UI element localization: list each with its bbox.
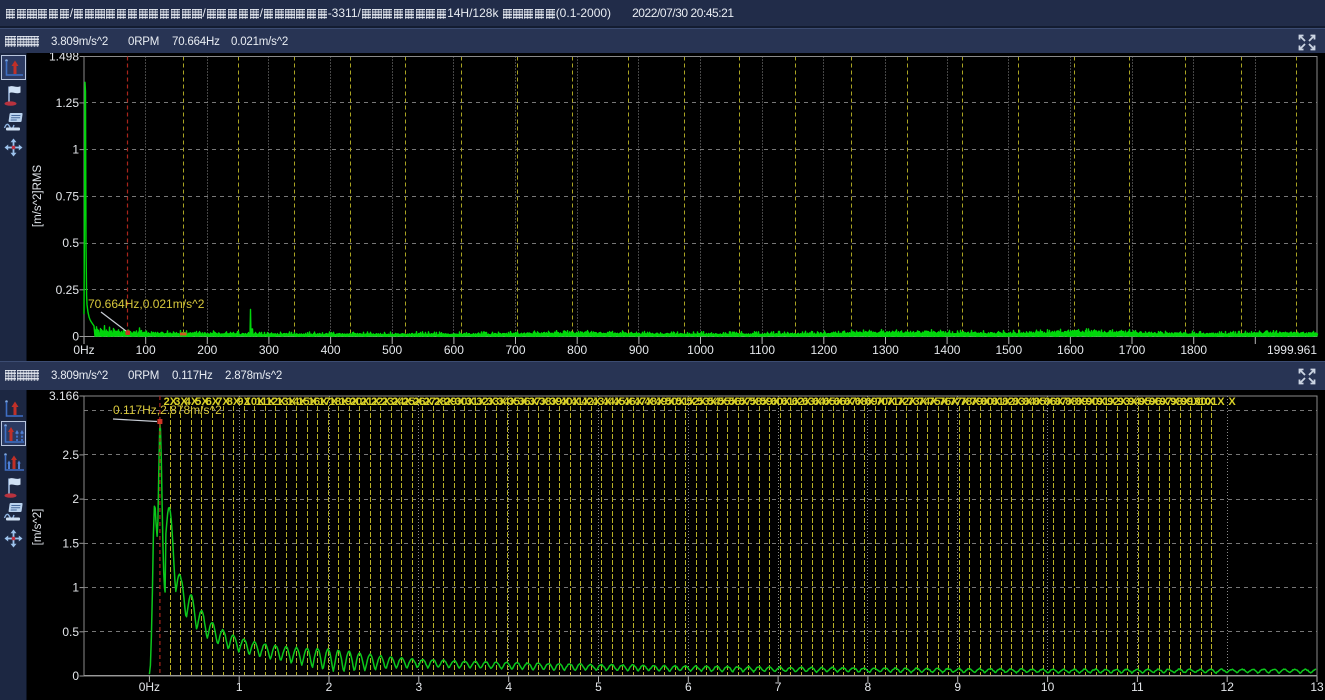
svg-text:0Hz: 0Hz bbox=[73, 343, 94, 357]
svg-text:400: 400 bbox=[321, 343, 341, 357]
svg-text:600: 600 bbox=[444, 343, 464, 357]
svg-text:0.75: 0.75 bbox=[56, 189, 80, 203]
svg-text:0: 0 bbox=[72, 669, 79, 683]
svg-text:0Hz: 0Hz bbox=[139, 680, 160, 694]
svg-text:1999.961: 1999.961 bbox=[1267, 343, 1317, 357]
svg-text:1100: 1100 bbox=[749, 343, 775, 357]
svg-text:1: 1 bbox=[72, 581, 79, 595]
svg-text:4: 4 bbox=[505, 680, 512, 694]
svg-text:1400: 1400 bbox=[934, 343, 961, 357]
svg-text:100: 100 bbox=[136, 343, 156, 357]
svg-text:2: 2 bbox=[326, 680, 333, 694]
svg-text:1500: 1500 bbox=[995, 343, 1022, 357]
svg-text:X: X bbox=[1228, 396, 1236, 408]
svg-text:300: 300 bbox=[259, 343, 279, 357]
svg-text:1.498: 1.498 bbox=[49, 53, 79, 64]
svg-text:1800: 1800 bbox=[1180, 343, 1207, 357]
svg-text:1.25: 1.25 bbox=[56, 96, 80, 110]
svg-text:1000: 1000 bbox=[687, 343, 714, 357]
svg-text:1200: 1200 bbox=[810, 343, 837, 357]
svg-text:2.5: 2.5 bbox=[62, 448, 79, 462]
svg-text:70.664Hz,0.021m/s^2: 70.664Hz,0.021m/s^2 bbox=[88, 297, 205, 311]
svg-text:5: 5 bbox=[595, 680, 602, 694]
svg-text:[m/s^2]RMS: [m/s^2]RMS bbox=[32, 165, 44, 228]
svg-text:13: 13 bbox=[1310, 680, 1324, 694]
svg-text:0.5: 0.5 bbox=[62, 625, 79, 639]
svg-text:8: 8 bbox=[865, 680, 872, 694]
svg-text:1700: 1700 bbox=[1119, 343, 1146, 357]
svg-text:11: 11 bbox=[1131, 680, 1144, 694]
svg-text:101X: 101X bbox=[1199, 396, 1225, 408]
svg-text:200: 200 bbox=[197, 343, 217, 357]
svg-text:6: 6 bbox=[685, 680, 692, 694]
svg-text:0: 0 bbox=[72, 330, 79, 344]
svg-text:500: 500 bbox=[382, 343, 402, 357]
svg-text:1300: 1300 bbox=[872, 343, 899, 357]
svg-text:700: 700 bbox=[505, 343, 525, 357]
svg-text:7: 7 bbox=[775, 680, 782, 694]
svg-text:2: 2 bbox=[72, 492, 79, 506]
svg-text:0.5: 0.5 bbox=[62, 236, 79, 250]
svg-text:1.5: 1.5 bbox=[62, 536, 79, 550]
svg-text:12: 12 bbox=[1221, 680, 1235, 694]
svg-text:1: 1 bbox=[236, 680, 243, 694]
svg-text:[m/s^2]: [m/s^2] bbox=[32, 509, 44, 546]
svg-text:900: 900 bbox=[629, 343, 649, 357]
svg-text:0.117Hz,2.878m/s^2: 0.117Hz,2.878m/s^2 bbox=[113, 403, 222, 417]
svg-text:0.25: 0.25 bbox=[56, 283, 80, 297]
svg-text:1600: 1600 bbox=[1057, 343, 1084, 357]
svg-text:800: 800 bbox=[567, 343, 587, 357]
svg-text:9: 9 bbox=[954, 680, 961, 694]
svg-text:1: 1 bbox=[72, 143, 79, 157]
svg-text:3: 3 bbox=[415, 680, 422, 694]
svg-text:10: 10 bbox=[1041, 680, 1055, 694]
svg-text:3.166: 3.166 bbox=[49, 390, 79, 403]
